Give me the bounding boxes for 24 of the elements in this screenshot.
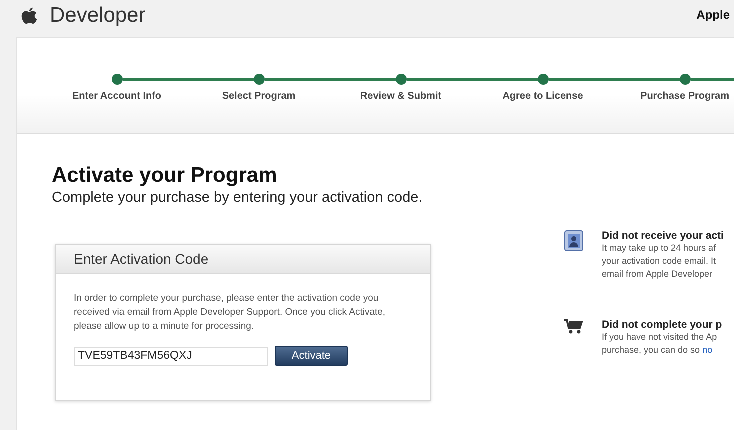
- apple-logo-icon[interactable]: [21, 5, 38, 26]
- help-text: your activation code email. It: [602, 256, 716, 266]
- cart-icon: [564, 319, 584, 335]
- brand-title[interactable]: Developer: [50, 4, 146, 28]
- help-title: Did not receive your acti: [602, 230, 724, 242]
- step-label: Enter Account Info: [72, 91, 162, 102]
- help-text: It may take up to 24 hours af: [602, 243, 716, 253]
- apple-link[interactable]: Apple: [696, 8, 730, 22]
- step-label: Review & Submit: [360, 91, 442, 102]
- page-subtitle: Complete your purchase by entering your activation code.: [52, 190, 424, 206]
- instructions-text: In order to complete your purchase, please enter the activation code you received via email from Apple Developer Support. Once you click Activate, please allow up to a minute for processing.: [74, 292, 387, 334]
- contact-card-icon: [564, 230, 584, 252]
- activate-button[interactable]: Activate: [275, 346, 348, 366]
- purchase-link[interactable]: no: [702, 345, 713, 355]
- help-text: email from Apple Developer: [602, 269, 713, 279]
- page-title: Activate your Program: [52, 164, 278, 188]
- step-label: Select Program: [222, 91, 296, 102]
- help-text: If you have not visited the Ap: [602, 332, 718, 342]
- activation-code-field[interactable]: TVE59TB43FM56QXJ: [74, 346, 268, 366]
- card-title: Enter Activation Code: [74, 251, 209, 267]
- help-title: Did not complete your p: [602, 319, 722, 331]
- step-label: Agree to License: [502, 91, 584, 102]
- step-label: Purchase Program: [640, 91, 730, 102]
- help-text: purchase, you can do so: [602, 345, 702, 355]
